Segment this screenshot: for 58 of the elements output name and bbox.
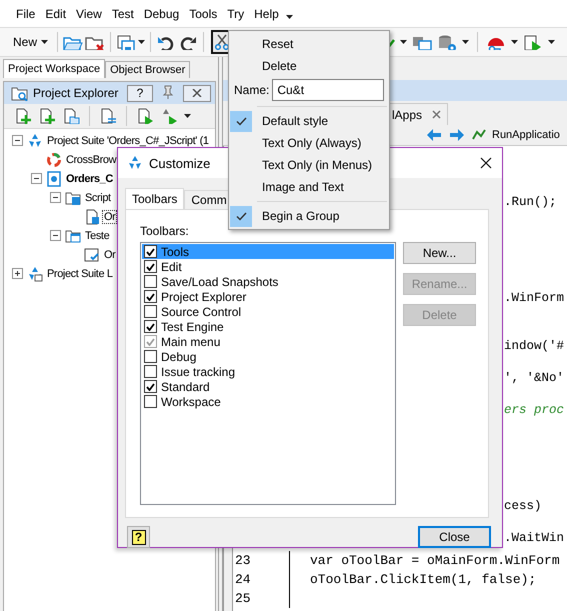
field-label: Name: xyxy=(234,83,270,97)
menu-item[interactable]: Tools xyxy=(184,6,222,20)
code-line: var oToolBar = oMainForm.WinForm xyxy=(310,553,560,568)
panel-title: Project Explorer xyxy=(33,86,118,100)
menu-item[interactable]: Reset xyxy=(229,33,389,55)
list-item[interactable]: Source Control xyxy=(142,304,394,319)
routine-name[interactable]: RunApplicatio xyxy=(492,129,560,141)
panel-tab[interactable]: Project Workspace xyxy=(3,59,106,78)
list-item[interactable]: Edit xyxy=(142,259,394,274)
menu-item[interactable]: Help xyxy=(249,6,284,20)
tree-item[interactable]: CrossBrow xyxy=(65,154,118,166)
menu-item[interactable]: Test xyxy=(106,6,139,20)
tree-item[interactable]: Script xyxy=(84,192,112,204)
line-number: 24 xyxy=(233,570,290,589)
editor-tab[interactable]: lApps xyxy=(387,103,448,125)
menu-item[interactable]: Delete xyxy=(229,55,389,77)
name-field[interactable]: Cu&t xyxy=(272,79,384,101)
code-line: ', '&No' xyxy=(504,371,564,385)
menu-item[interactable]: Default style xyxy=(229,110,389,132)
tree-item[interactable]: Teste xyxy=(84,230,110,242)
menu-item[interactable]: Debug xyxy=(138,6,184,20)
tree-item[interactable]: Or xyxy=(103,210,116,222)
code-line: .WaitWin xyxy=(504,531,564,545)
list-item[interactable]: Issue tracking xyxy=(142,364,394,379)
tree-item[interactable]: Orders_C xyxy=(65,172,114,184)
panel-tab[interactable]: Object Browser xyxy=(105,61,190,78)
close-button[interactable]: Close xyxy=(418,526,491,548)
line-number: 25 xyxy=(233,589,290,608)
dialog-title: Customize xyxy=(149,156,210,170)
list-item[interactable]: Standard xyxy=(142,379,394,394)
dialog-tab[interactable]: Toolbars xyxy=(125,188,184,209)
code-line: cess) xyxy=(504,499,542,513)
code-comment: ers proc xyxy=(504,403,564,417)
code-line: .WinForm xyxy=(504,291,564,305)
menu-item[interactable]: Text Only (Always) xyxy=(229,132,389,154)
tree-item[interactable]: Project Suite L xyxy=(46,268,114,280)
list-item[interactable]: Project Explorer xyxy=(142,289,394,304)
code-line: .Run(); xyxy=(504,195,557,209)
code-line: indow('# xyxy=(504,339,564,353)
menu-item[interactable]: Text Only (in Menus) xyxy=(229,154,389,176)
list-item[interactable]: Debug xyxy=(142,349,394,364)
help-button[interactable]: ? xyxy=(127,84,153,102)
menu-item[interactable]: View xyxy=(71,6,107,20)
menu-item[interactable]: Edit xyxy=(40,6,72,20)
list-label: Toolbars: xyxy=(140,224,190,238)
tree-item[interactable]: Or xyxy=(103,248,116,260)
list-item[interactable]: Tools xyxy=(142,244,394,259)
line-number: 23 xyxy=(233,551,290,570)
list-item[interactable]: Test Engine xyxy=(142,319,394,334)
tree-item[interactable]: Project Suite 'Orders_C#_JScript' (1 xyxy=(46,134,210,146)
new-button[interactable]: New xyxy=(9,33,52,51)
dialog-button[interactable]: New... xyxy=(403,242,476,264)
help-button[interactable]: ? xyxy=(127,526,150,548)
code-line: oToolBar.ClickItem(1, false); xyxy=(310,572,536,587)
menu-item[interactable]: File xyxy=(11,6,40,20)
menu-item[interactable]: Try xyxy=(222,6,250,20)
list-item[interactable]: Save/Load Snapshots xyxy=(142,274,394,289)
list-item[interactable]: Workspace xyxy=(142,394,394,409)
